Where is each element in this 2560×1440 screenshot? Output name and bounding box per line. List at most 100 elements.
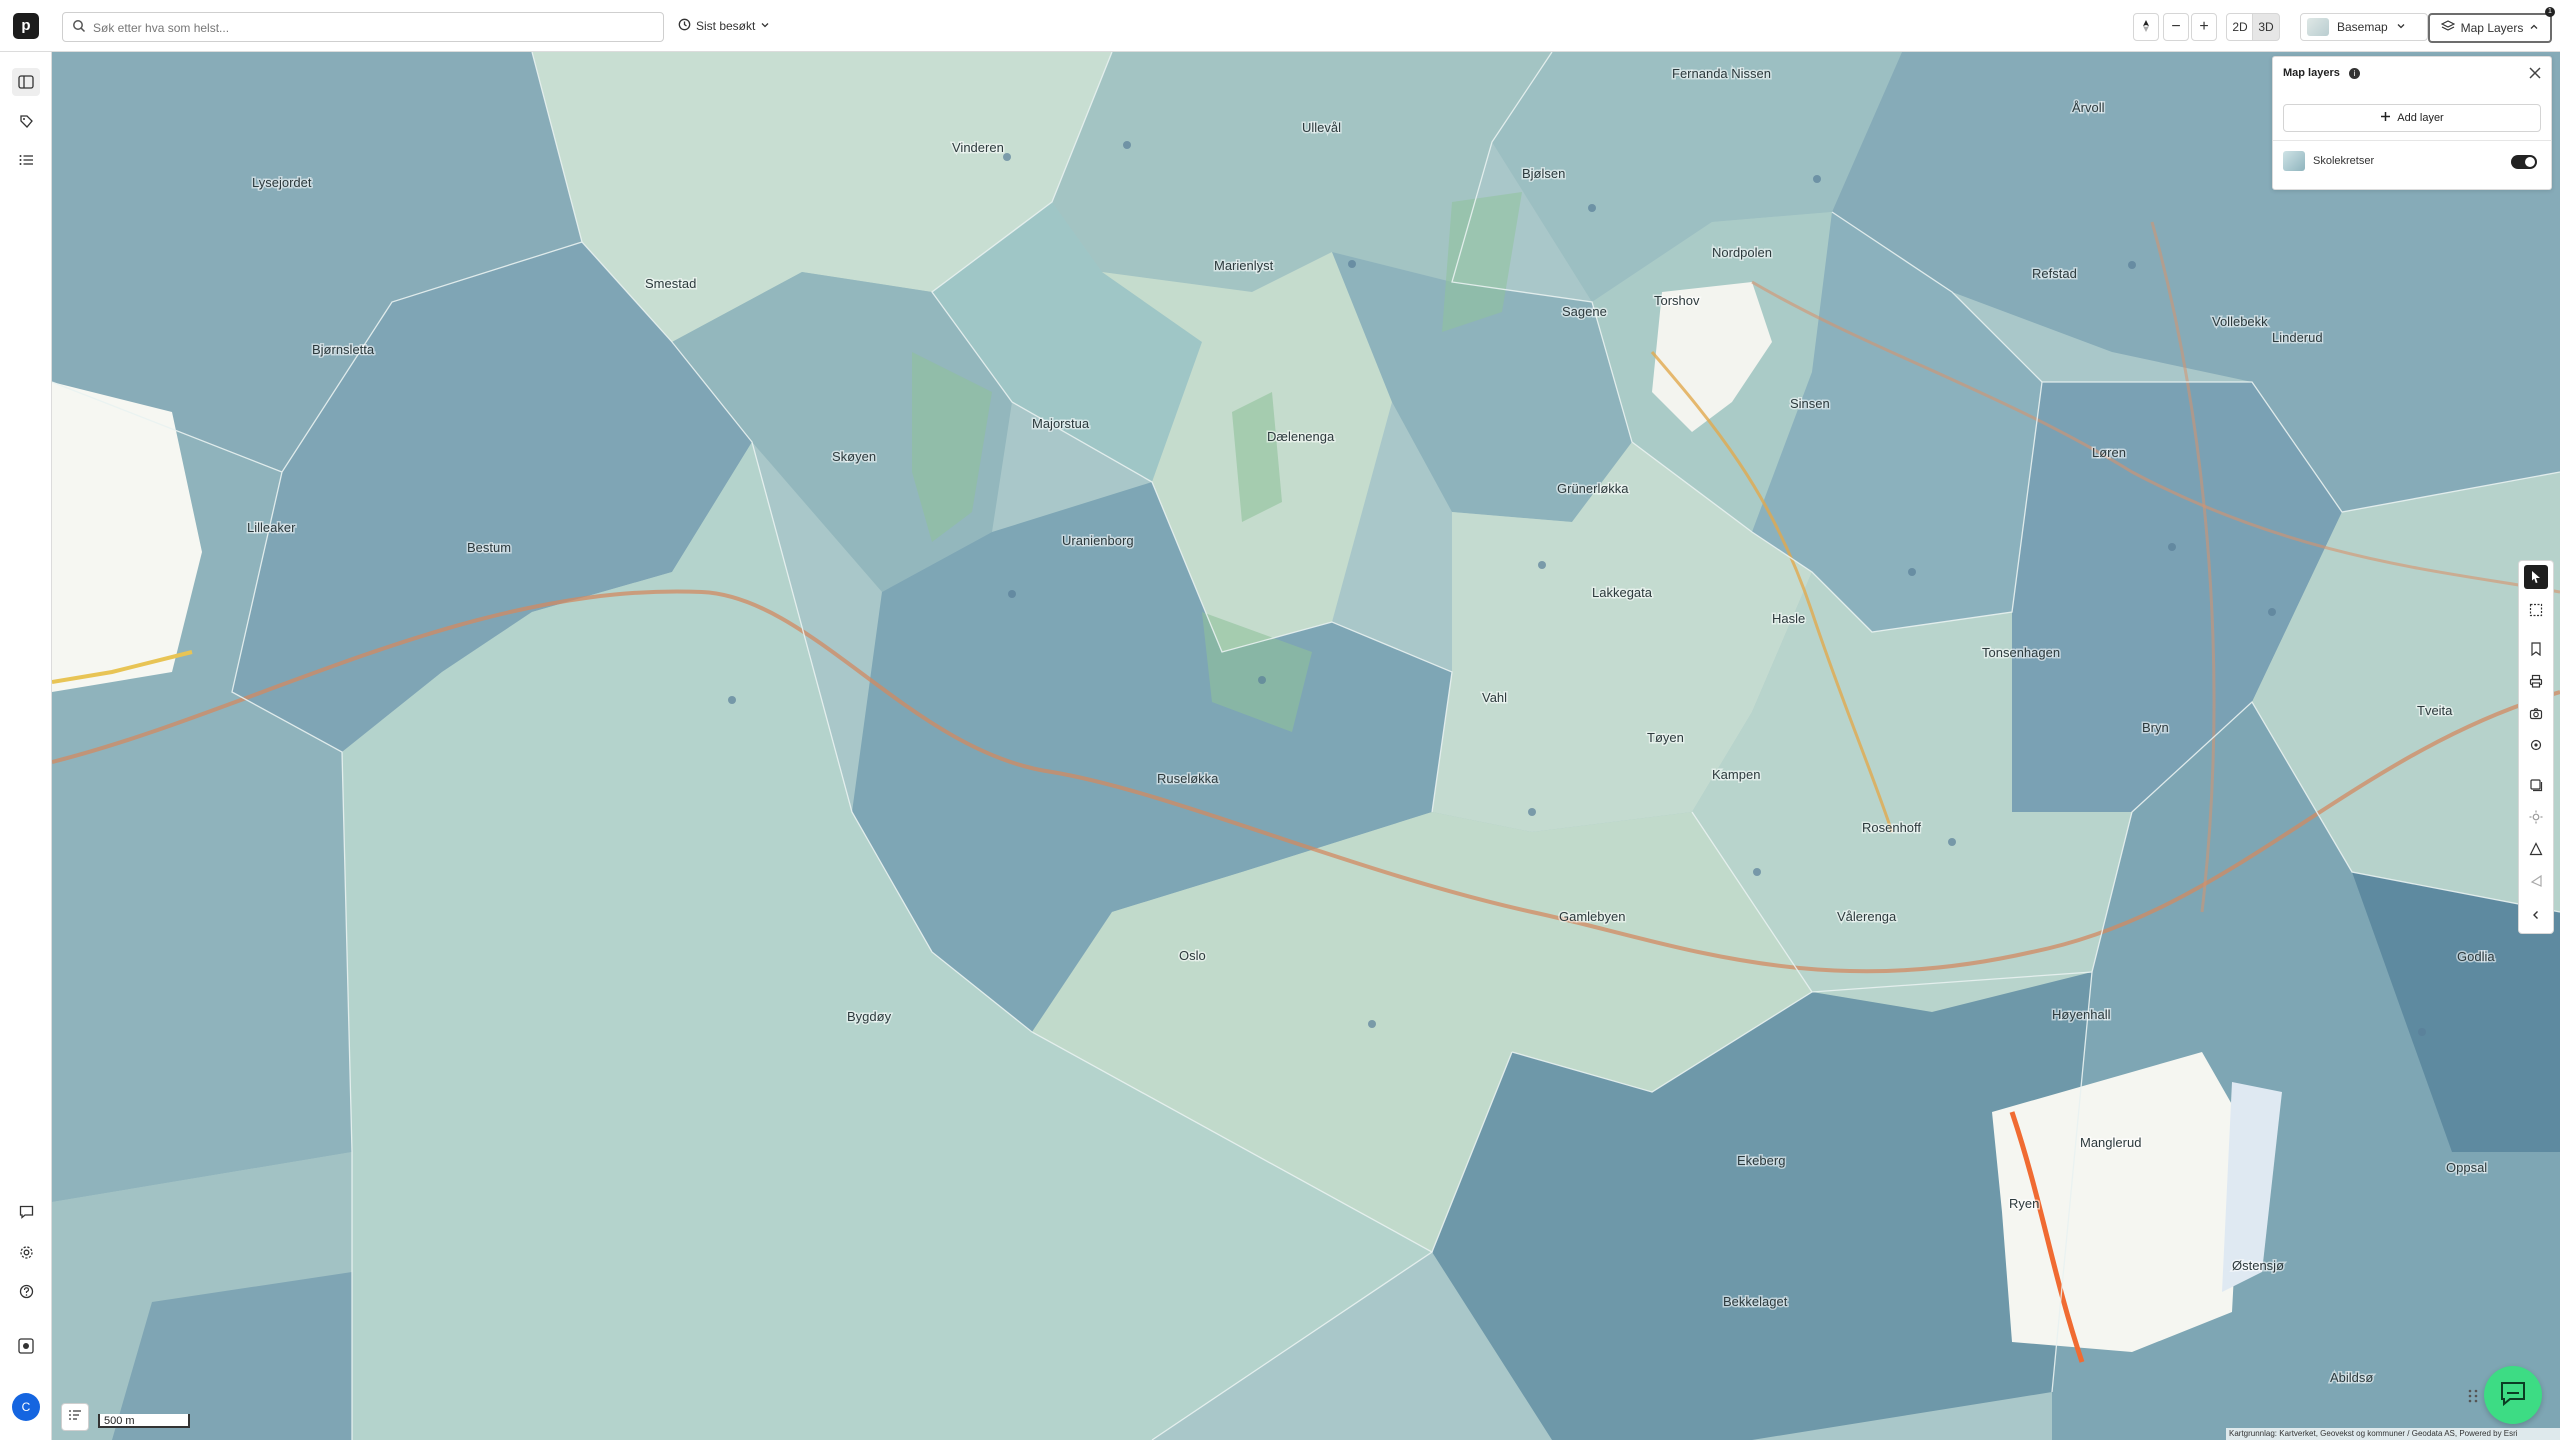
measure-icon[interactable]: [2524, 837, 2548, 861]
place-label: Abildsø: [2330, 1370, 2373, 1385]
add-layer-label: Add layer: [2397, 112, 2444, 124]
compass-button[interactable]: [2133, 13, 2159, 41]
place-label: Ruseløkka: [1157, 771, 1219, 786]
place-label: Østensjø: [2232, 1258, 2284, 1273]
chevron-left-icon[interactable]: [2524, 903, 2548, 927]
place-label: Rosenhoff: [1862, 820, 1921, 835]
recent-label: Sist besøkt: [696, 19, 756, 33]
mode-3d-button[interactable]: 3D: [2252, 13, 2280, 41]
place-label: Hasle: [1772, 611, 1805, 626]
place-label: Majorstua: [1032, 416, 1090, 431]
map-layers-label: Map Layers: [2460, 21, 2524, 35]
search-icon: [72, 19, 86, 38]
map-attribution: Kartgrunnlag: Kartverket, Geovekst og ko…: [2226, 1428, 2560, 1440]
basemap-label: Basemap: [2337, 20, 2388, 34]
place-label: Tøyen: [1647, 730, 1684, 745]
place-label: Ryen: [2009, 1196, 2039, 1211]
left-sidebar: [0, 52, 52, 1440]
map-layers-count-badge: 1: [2545, 7, 2555, 17]
place-label: Torshov: [1654, 293, 1700, 308]
chevron-up-icon: [2529, 21, 2539, 35]
place-label: Refstad: [2032, 266, 2077, 281]
place-label: Nordpolen: [1712, 245, 1772, 260]
place-label: Oppsal: [2446, 1160, 2487, 1175]
basemap-dropdown[interactable]: Basemap: [2300, 13, 2428, 41]
support-chat-button[interactable]: [2484, 1366, 2542, 1424]
place-label: Smestad: [645, 276, 696, 291]
record-icon[interactable]: [12, 1332, 40, 1360]
map-svg[interactable]: Fernanda Nissen Ullevål Vinderen Lysejordet…: [52, 52, 2560, 1440]
place-label: Vålerenga: [1837, 909, 1897, 924]
info-icon[interactable]: i: [2349, 68, 2360, 79]
map-canvas[interactable]: Fernanda Nissen Ullevål Vinderen Lysejordet…: [52, 52, 2560, 1440]
place-label: Manglerud: [2080, 1135, 2141, 1150]
place-label: Lakkegata: [1592, 585, 1653, 600]
place-label: Sagene: [1562, 304, 1607, 319]
search-input[interactable]: [91, 17, 655, 39]
sun-icon[interactable]: [2524, 805, 2548, 829]
recent-visited-dropdown[interactable]: Sist besøkt: [678, 14, 770, 38]
place-label: Uranienborg: [1062, 533, 1134, 548]
panel-title: Map layers: [2283, 67, 2340, 79]
add-layer-button[interactable]: Add layer: [2283, 104, 2541, 132]
user-avatar[interactable]: C: [12, 1393, 40, 1421]
chat-icon[interactable]: [12, 1198, 40, 1226]
box-select-icon[interactable]: [2524, 598, 2548, 622]
plus-icon: [2380, 111, 2391, 125]
place-label: Ekeberg: [1737, 1153, 1785, 1168]
toggle-knob: [2525, 157, 2535, 167]
mode-2d-button[interactable]: 2D: [2226, 13, 2254, 41]
place-label: Linderud: [2272, 330, 2323, 345]
list-icon[interactable]: [12, 146, 40, 174]
map-layers-button[interactable]: Map Layers: [2428, 13, 2552, 43]
place-label: Fernanda Nissen: [1672, 66, 1771, 81]
close-icon[interactable]: [2527, 65, 2543, 81]
legend-list-icon: [68, 1408, 82, 1426]
place-label: Marienlyst: [1214, 258, 1274, 273]
place-label: Årvoll: [2072, 100, 2105, 115]
tag-icon[interactable]: [12, 107, 40, 135]
place-label: Lilleaker: [247, 520, 296, 535]
clock-icon: [678, 18, 691, 34]
place-label: Lysejordet: [252, 175, 312, 190]
camera-icon[interactable]: [2524, 701, 2548, 725]
place-label: Bekkelaget: [1723, 1294, 1788, 1309]
chat-bubble-icon: [2499, 1380, 2527, 1411]
place-label: Skøyen: [832, 449, 876, 464]
place-label: Gamlebyen: [1559, 909, 1625, 924]
place-label: Tveita: [2417, 703, 2453, 718]
app-logo[interactable]: p: [13, 13, 39, 39]
place-label: Kampen: [1712, 767, 1760, 782]
zoom-out-button[interactable]: −: [2163, 13, 2189, 41]
search-bar[interactable]: [62, 12, 664, 42]
map-tools-rail: [2518, 560, 2554, 934]
book-icon[interactable]: [12, 68, 40, 96]
layer-thumbnail: [2283, 151, 2305, 171]
select-pointer-icon[interactable]: [2524, 565, 2548, 589]
divider: [2273, 140, 2551, 141]
layer-name: Skolekretser: [2313, 155, 2375, 167]
place-label: Vollebekk: [2212, 314, 2268, 329]
gear-icon[interactable]: [12, 1238, 40, 1266]
map-layers-panel: Map layers i Add layer Skolekretser: [2272, 56, 2552, 190]
layers-icon: [2440, 20, 2455, 36]
layer-visibility-toggle[interactable]: [2511, 155, 2537, 169]
layer-item[interactable]: Skolekretser: [2283, 149, 2539, 175]
place-label: Sinsen: [1790, 396, 1830, 411]
place-label: Bryn: [2142, 720, 2169, 735]
shadow-icon[interactable]: [2524, 869, 2548, 893]
legend-button[interactable]: [61, 1403, 89, 1431]
drag-handle-icon[interactable]: [2466, 1388, 2480, 1404]
basemap-thumbnail: [2307, 18, 2329, 36]
place-label: Vahl: [1482, 690, 1507, 705]
place-label: Bjølsen: [1522, 166, 1565, 181]
help-icon[interactable]: [12, 1277, 40, 1305]
place-label: Bygdøy: [847, 1009, 892, 1024]
locate-icon[interactable]: [2524, 733, 2548, 757]
zoom-in-button[interactable]: +: [2191, 13, 2217, 41]
print-icon[interactable]: [2524, 669, 2548, 693]
place-label: Bjørnsletta: [312, 342, 375, 357]
place-label: Dælenenga: [1267, 429, 1335, 444]
bookmark-icon[interactable]: [2524, 637, 2548, 661]
layers-stack-icon[interactable]: [2524, 773, 2548, 797]
